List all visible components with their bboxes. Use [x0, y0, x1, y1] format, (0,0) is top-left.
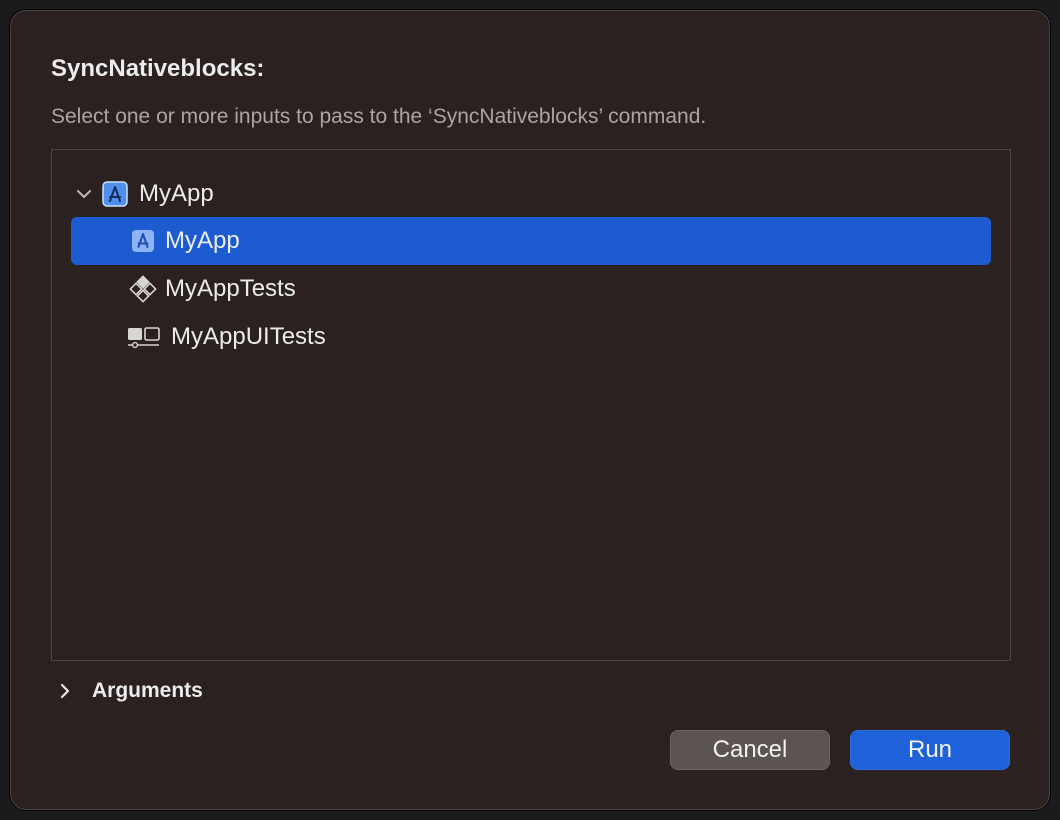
app-target-icon [102, 181, 128, 207]
chevron-down-icon[interactable] [76, 186, 92, 202]
arguments-label: Arguments [92, 679, 203, 702]
dialog-subtitle: Select one or more inputs to pass to the… [51, 105, 707, 128]
run-button[interactable]: Run [850, 730, 1010, 770]
tree-item-myapptests[interactable]: MyAppTests [71, 265, 991, 313]
input-target-list: MyApp MyApp MyAppTests MyAppUITests [51, 149, 1011, 661]
cancel-button[interactable]: Cancel [670, 730, 830, 770]
tree-group-myapp[interactable]: MyApp [76, 170, 976, 218]
arguments-disclosure[interactable]: Arguments [51, 675, 203, 707]
tree-item-myapp[interactable]: MyApp [71, 217, 991, 265]
command-input-sheet: SyncNativeblocks: Select one or more inp… [10, 10, 1050, 810]
tree-item-label: MyAppUITests [171, 323, 326, 350]
tree-item-label: MyAppTests [165, 275, 296, 302]
tree-item-label: MyApp [165, 227, 240, 254]
app-target-icon [131, 229, 155, 253]
tree-item-myappuitests[interactable]: MyAppUITests [71, 313, 991, 361]
unit-test-target-icon [129, 275, 157, 303]
tree-group-label: MyApp [139, 180, 214, 207]
dialog-title: SyncNativeblocks: [51, 55, 265, 82]
ui-test-target-icon [127, 325, 161, 349]
chevron-right-icon[interactable] [57, 683, 73, 699]
